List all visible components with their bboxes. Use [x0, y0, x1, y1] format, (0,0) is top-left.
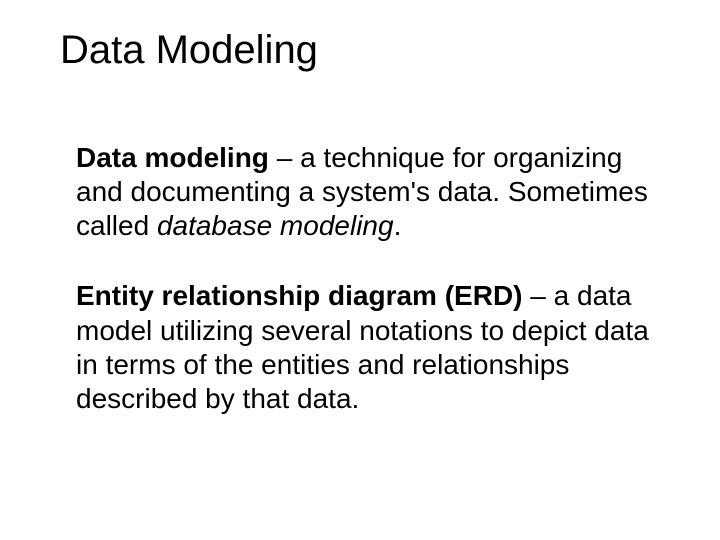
separator: – — [269, 142, 300, 173]
separator: – — [523, 280, 554, 311]
period: . — [394, 210, 402, 241]
definition-data-modeling: Data modeling – a technique for organizi… — [76, 141, 662, 243]
page-title: Data Modeling — [60, 28, 662, 73]
italic-term: database modeling — [157, 210, 394, 241]
term-erd: Entity relationship diagram (ERD) — [76, 280, 523, 311]
definition-erd: Entity relationship diagram (ERD) – a da… — [76, 279, 662, 416]
term-data-modeling: Data modeling — [76, 142, 269, 173]
